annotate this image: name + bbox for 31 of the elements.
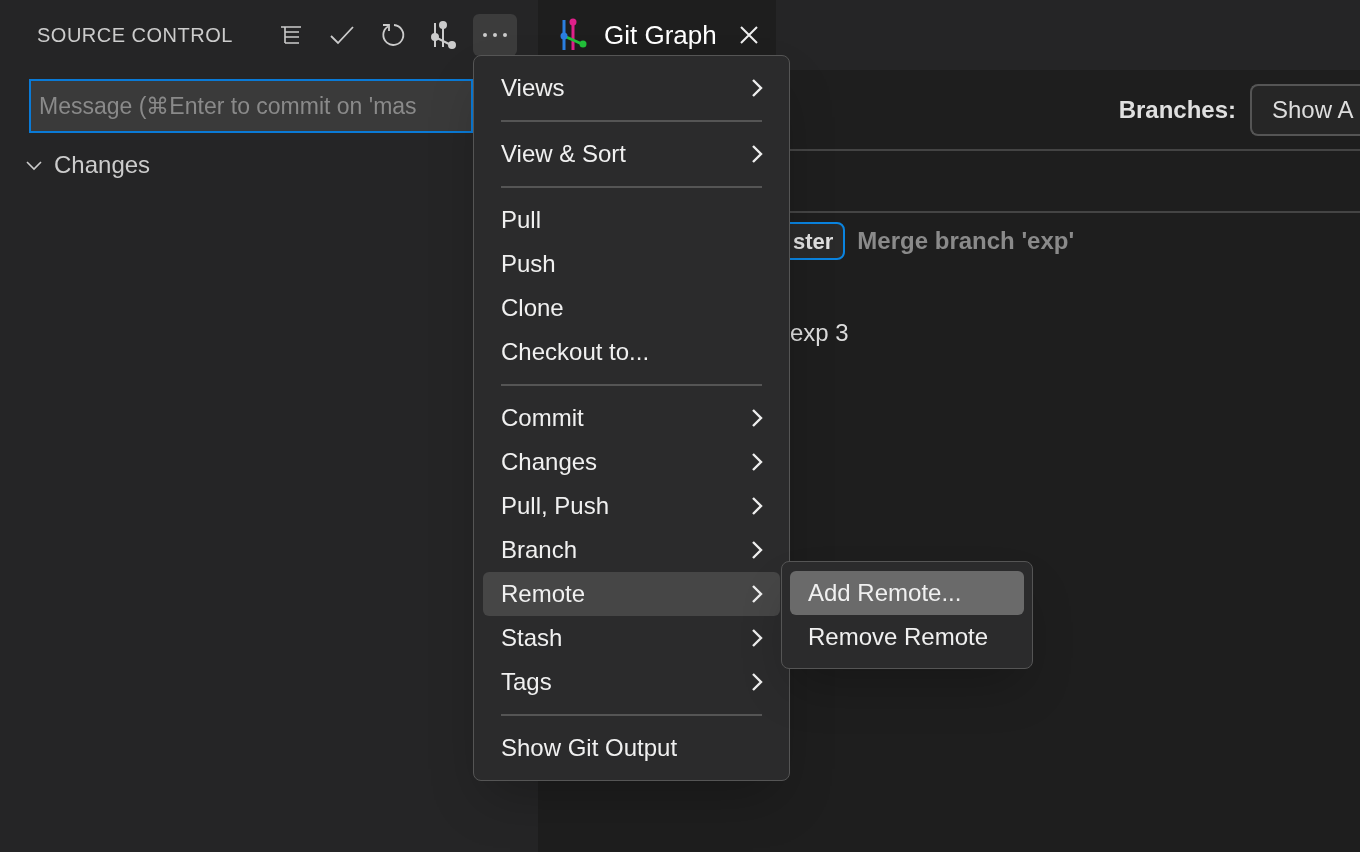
menu-item[interactable]: Remote [483, 572, 780, 616]
chevron-right-icon [750, 495, 764, 517]
menu-item[interactable]: Stash [483, 616, 780, 660]
chevron-right-icon [750, 627, 764, 649]
chevron-right-icon [750, 143, 764, 165]
ellipsis-icon [482, 32, 508, 38]
branches-label: Branches: [1118, 94, 1236, 125]
commit-message: Merge branch 'exp' [857, 226, 1075, 256]
menu-item[interactable]: Pull, Push [483, 484, 780, 528]
menu-item[interactable]: Clone [483, 286, 780, 330]
menu-item[interactable]: Add Remote... [790, 571, 1024, 615]
commit-message-field[interactable]: Message (⌘Enter to commit on 'mas [29, 79, 473, 133]
chevron-right-icon [750, 539, 764, 561]
chevron-right-icon [750, 407, 764, 429]
chevron-right-icon [750, 77, 764, 99]
menu-item[interactable]: Branch [483, 528, 780, 572]
close-icon[interactable] [738, 25, 759, 45]
menu-item[interactable]: Show Git Output [483, 726, 780, 770]
menu-item[interactable]: Remove Remote [790, 615, 1024, 659]
menu-item[interactable]: Tags [483, 660, 780, 704]
menu-item[interactable]: Commit [483, 396, 780, 440]
chevron-right-icon [750, 671, 764, 693]
chevron-right-icon [750, 583, 764, 605]
menu-item[interactable]: View & Sort [483, 132, 780, 176]
menu-item[interactable]: Changes [483, 440, 780, 484]
section-header[interactable]: Changes [54, 147, 151, 183]
chevron-right-icon [750, 451, 764, 473]
commit-message: exp 3 [789, 318, 849, 348]
branches-dropdown[interactable]: Show A [1250, 83, 1360, 136]
menu-item[interactable]: Checkout to... [483, 330, 780, 374]
sidebar-title: SOURCE CONTROL [37, 23, 234, 48]
